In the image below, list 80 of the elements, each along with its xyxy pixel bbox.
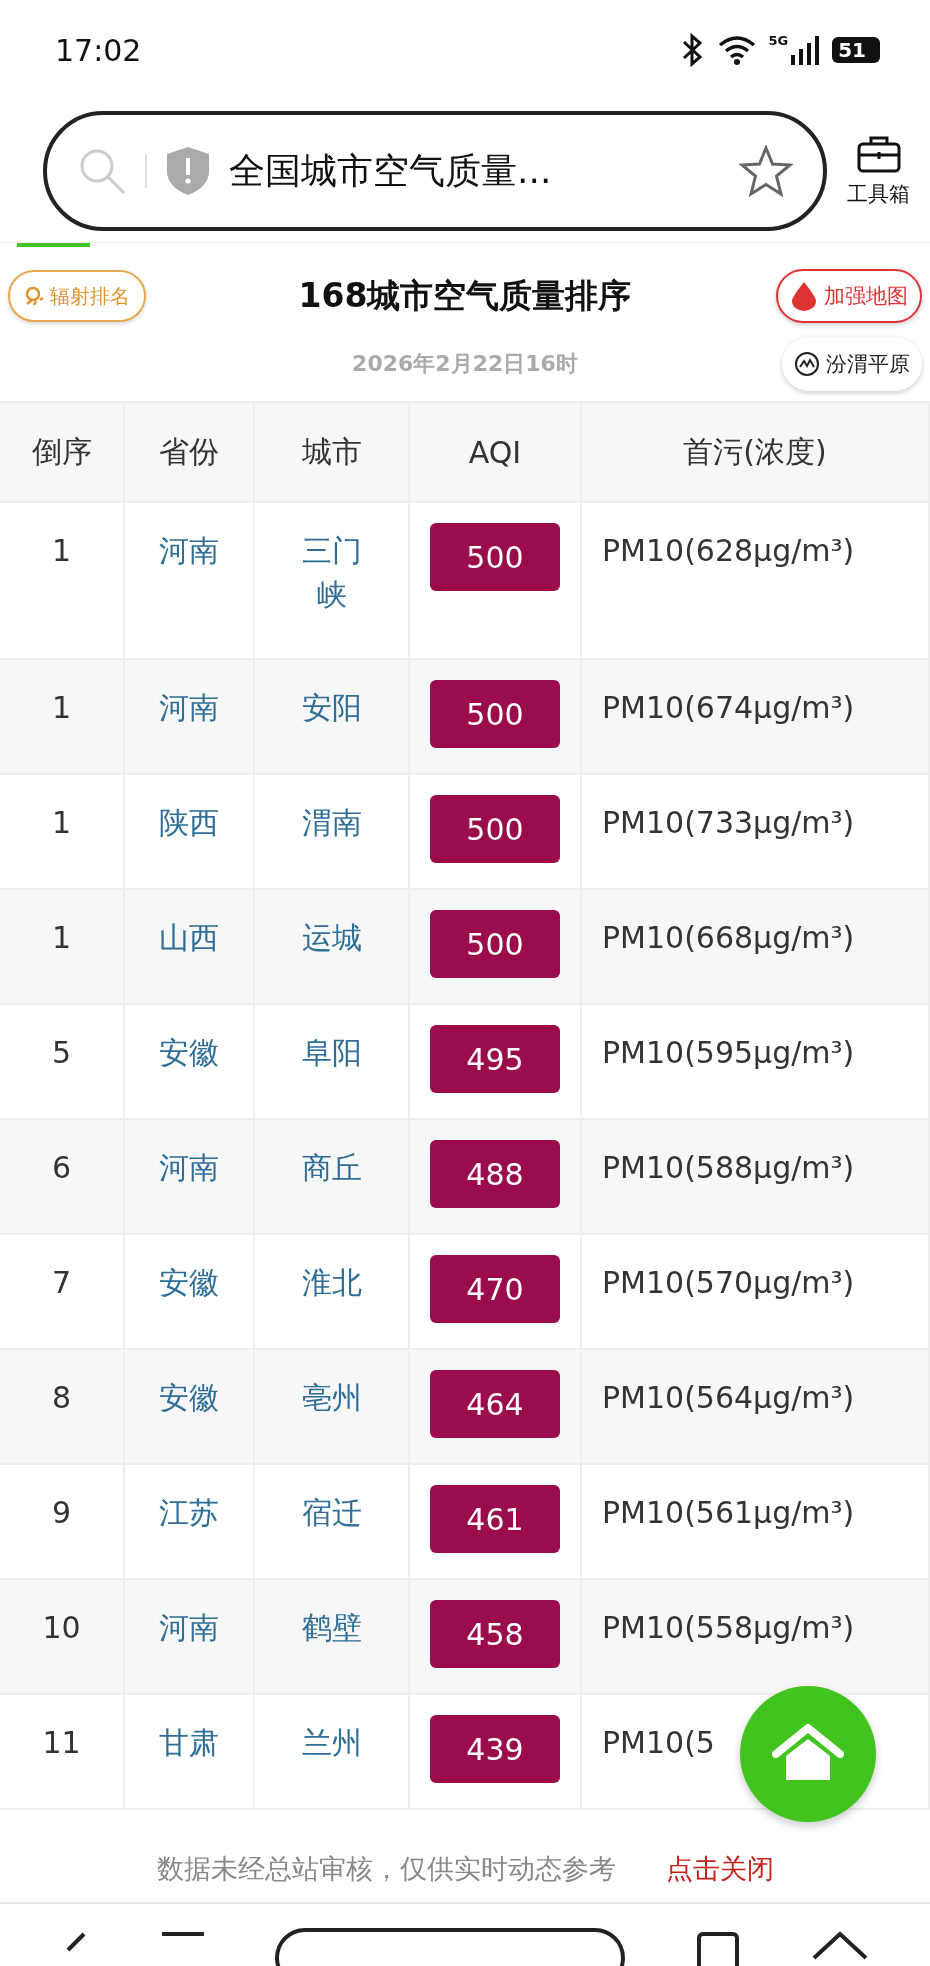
rank-cell-text: 1 [51,532,72,570]
rank-cell-text: 1 [51,804,72,842]
aqi-badge: 500 [430,910,560,978]
province-link[interactable]: 河南 [159,1146,219,1190]
pollutant-cell-text: PM10(674μg/m³) [602,689,855,727]
province-link[interactable]: 甘肃 [159,1721,219,1765]
column-header: 首污(浓度) [582,403,930,503]
city-link[interactable]: 阜阳 [301,1031,362,1075]
pollutant-cell-text: PM10(595μg/m³) [602,1034,855,1072]
pollutant-cell-text: PM10(564μg/m³) [602,1379,855,1417]
province-link[interactable]: 河南 [159,686,219,730]
rank-cell-text: 10 [42,1609,81,1647]
city-link[interactable]: 三门峡 [295,529,368,617]
pollutant-cell-text: PM10(570μg/m³) [602,1264,855,1302]
column-header: 倒序 [0,403,125,503]
province-link[interactable]: 江苏 [159,1491,219,1535]
pollutant-cell-text: PM10(588μg/m³) [602,1149,855,1187]
pollutant-cell-text: PM10(558μg/m³) [602,1609,855,1647]
aqi-badge: 464 [430,1370,560,1438]
city-link[interactable]: 淮北 [301,1261,362,1305]
aqi-badge: 461 [430,1485,560,1553]
aqi-badge: 500 [430,523,560,591]
rank-cell-text: 11 [42,1724,81,1762]
column-header: 省份 [125,403,255,503]
pollutant-cell-text: PM10(733μg/m³) [602,804,855,842]
city-link[interactable]: 商丘 [301,1146,362,1190]
rank-cell-text: 1 [51,919,72,957]
province-link[interactable]: 河南 [159,1606,219,1650]
city-link[interactable]: 渭南 [301,801,362,845]
pollutant-cell-text: PM10(561μg/m³) [602,1494,855,1532]
city-link[interactable]: 鹤壁 [301,1606,362,1650]
city-link[interactable]: 安阳 [301,686,362,730]
page-heading: 168城市空气质量排序 [297,274,633,317]
city-link[interactable]: 运城 [301,916,362,960]
aqi-badge: 495 [430,1025,560,1093]
shield-icon [165,145,211,197]
clock: 17:02 [55,32,142,68]
column-header: 城市 [255,403,410,503]
province-link[interactable]: 河南 [159,529,219,573]
map-button[interactable]: 加强地图 [776,269,922,323]
province-link[interactable]: 陕西 [159,801,219,845]
column-header: AQI [410,403,582,503]
toolbox-button[interactable]: 工具箱 [847,134,910,208]
close-link[interactable]: 点击关闭 [665,1851,774,1887]
drop-icon [790,281,818,311]
toolbox-icon [855,134,902,174]
province-link[interactable]: 安徽 [159,1031,219,1075]
city-link[interactable]: 兰州 [301,1721,362,1765]
pollutant-cell-text: PM10(668μg/m³) [602,919,855,957]
aqi-badge: 439 [430,1715,560,1783]
radiation-icon [24,285,46,307]
pollutant-cell-text: PM10(5 [602,1724,715,1762]
province-link[interactable]: 山西 [159,916,219,960]
province-link[interactable]: 安徽 [159,1261,219,1305]
region-button[interactable]: 汾渭平原 [782,337,922,391]
battery-level: 51 [832,37,880,63]
aqi-badge: 458 [430,1600,560,1668]
address-bar[interactable]: 全国城市空气质量... [43,111,827,231]
aqi-badge: 500 [430,680,560,748]
signal-icon [790,35,821,65]
rank-cell-text: 5 [51,1034,72,1072]
network-type: 5G [768,33,789,48]
update-time: 2026年2月22日16时 [351,350,579,378]
rank-cell-text: 6 [51,1149,72,1187]
chart-icon [794,351,820,377]
page-title: 全国城市空气质量... [229,148,553,193]
aqi-badge: 500 [430,795,560,863]
pollutant-cell-text: PM10(628μg/m³) [602,532,855,570]
aqi-badge: 488 [430,1140,560,1208]
city-link[interactable]: 宿迁 [301,1491,362,1535]
notice-text: 数据未经总站审核，仅供实时动态参考 [156,1852,616,1886]
city-link[interactable]: 亳州 [301,1376,362,1420]
star-icon[interactable] [739,145,793,197]
aqi-badge: 470 [430,1255,560,1323]
rank-cell-text: 7 [51,1264,72,1302]
province-link[interactable]: 安徽 [159,1376,219,1420]
wifi-icon [718,35,757,65]
rank-cell-text: 8 [51,1379,72,1417]
rank-cell-text: 1 [51,689,72,727]
rank-cell-text: 9 [51,1494,72,1532]
